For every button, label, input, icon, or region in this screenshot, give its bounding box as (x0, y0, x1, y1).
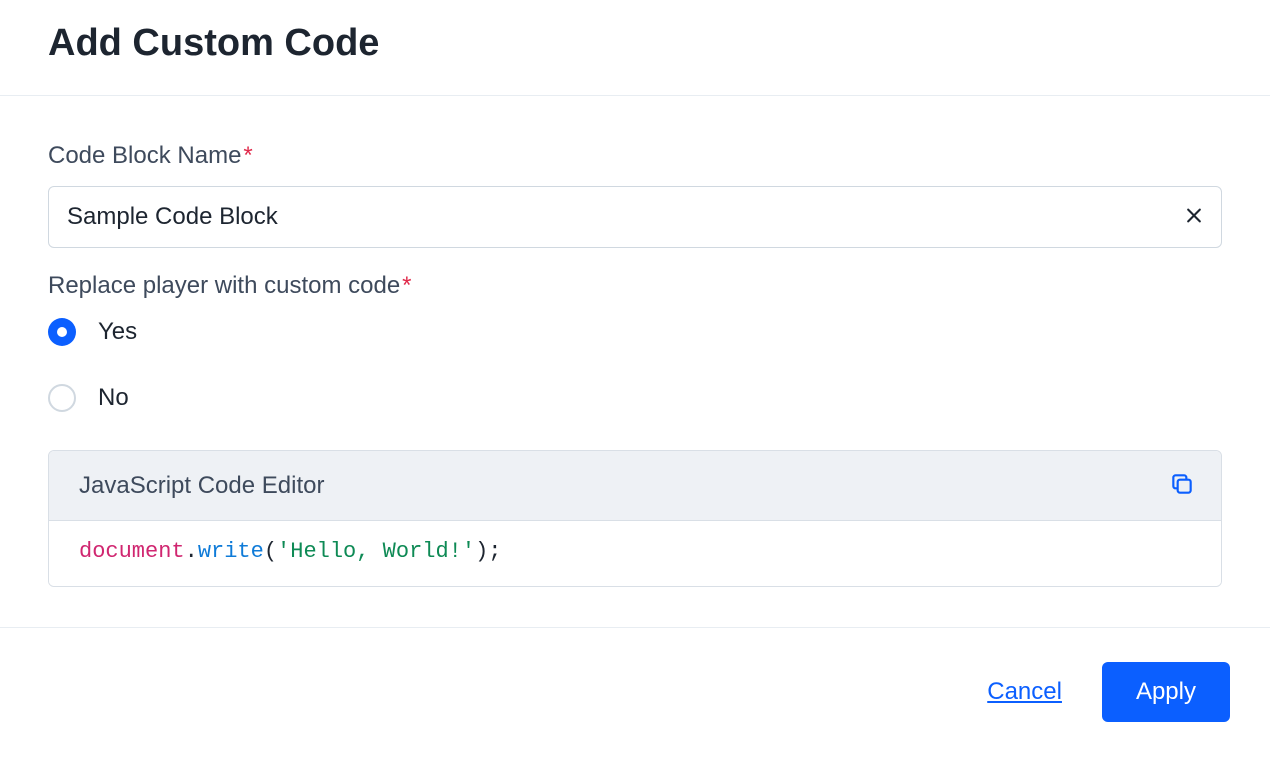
code-block-name-label-text: Code Block Name (48, 142, 241, 169)
code-editor-header: JavaScript Code Editor (49, 451, 1221, 521)
modal-body: Code Block Name* Replace player with cus… (0, 96, 1270, 627)
code-token-dot: . (185, 539, 198, 564)
radio-label-no: No (98, 384, 129, 412)
replace-player-group: Replace player with custom code* Yes No (48, 272, 1222, 412)
code-block-name-group: Code Block Name* (48, 142, 1222, 248)
page-title: Add Custom Code (48, 22, 1222, 65)
modal-footer: Cancel Apply (0, 627, 1270, 756)
radio-indicator (48, 318, 76, 346)
code-token-string: 'Hello, World!' (277, 539, 475, 564)
radio-option-no[interactable]: No (48, 384, 1222, 412)
code-editor: JavaScript Code Editor document.write('H… (48, 450, 1222, 587)
radio-label-yes: Yes (98, 318, 137, 346)
code-token-semicolon: ; (488, 539, 501, 564)
required-asterisk: * (402, 272, 411, 299)
code-editor-body[interactable]: document.write('Hello, World!'); (49, 521, 1221, 586)
close-icon (1184, 206, 1204, 229)
radio-indicator-inner (57, 327, 67, 337)
radio-indicator (48, 384, 76, 412)
code-editor-title: JavaScript Code Editor (79, 472, 324, 500)
copy-icon (1169, 471, 1195, 500)
replace-player-label-text: Replace player with custom code (48, 272, 400, 299)
code-token-function: write (198, 539, 264, 564)
code-block-name-label: Code Block Name* (48, 142, 1222, 170)
code-token-paren-close: ) (475, 539, 488, 564)
required-asterisk: * (243, 142, 252, 169)
code-token-paren-open: ( (264, 539, 277, 564)
cancel-button[interactable]: Cancel (987, 678, 1062, 706)
apply-button[interactable]: Apply (1102, 662, 1230, 722)
replace-player-radio-group: Yes No (48, 318, 1222, 412)
code-block-name-input-wrap (48, 186, 1222, 248)
code-block-name-input[interactable] (48, 186, 1222, 248)
copy-code-button[interactable] (1167, 469, 1197, 502)
modal-header: Add Custom Code (0, 0, 1270, 96)
clear-input-button[interactable] (1180, 202, 1208, 233)
code-token-object: document (79, 539, 185, 564)
radio-option-yes[interactable]: Yes (48, 318, 1222, 346)
replace-player-label: Replace player with custom code* (48, 272, 1222, 300)
